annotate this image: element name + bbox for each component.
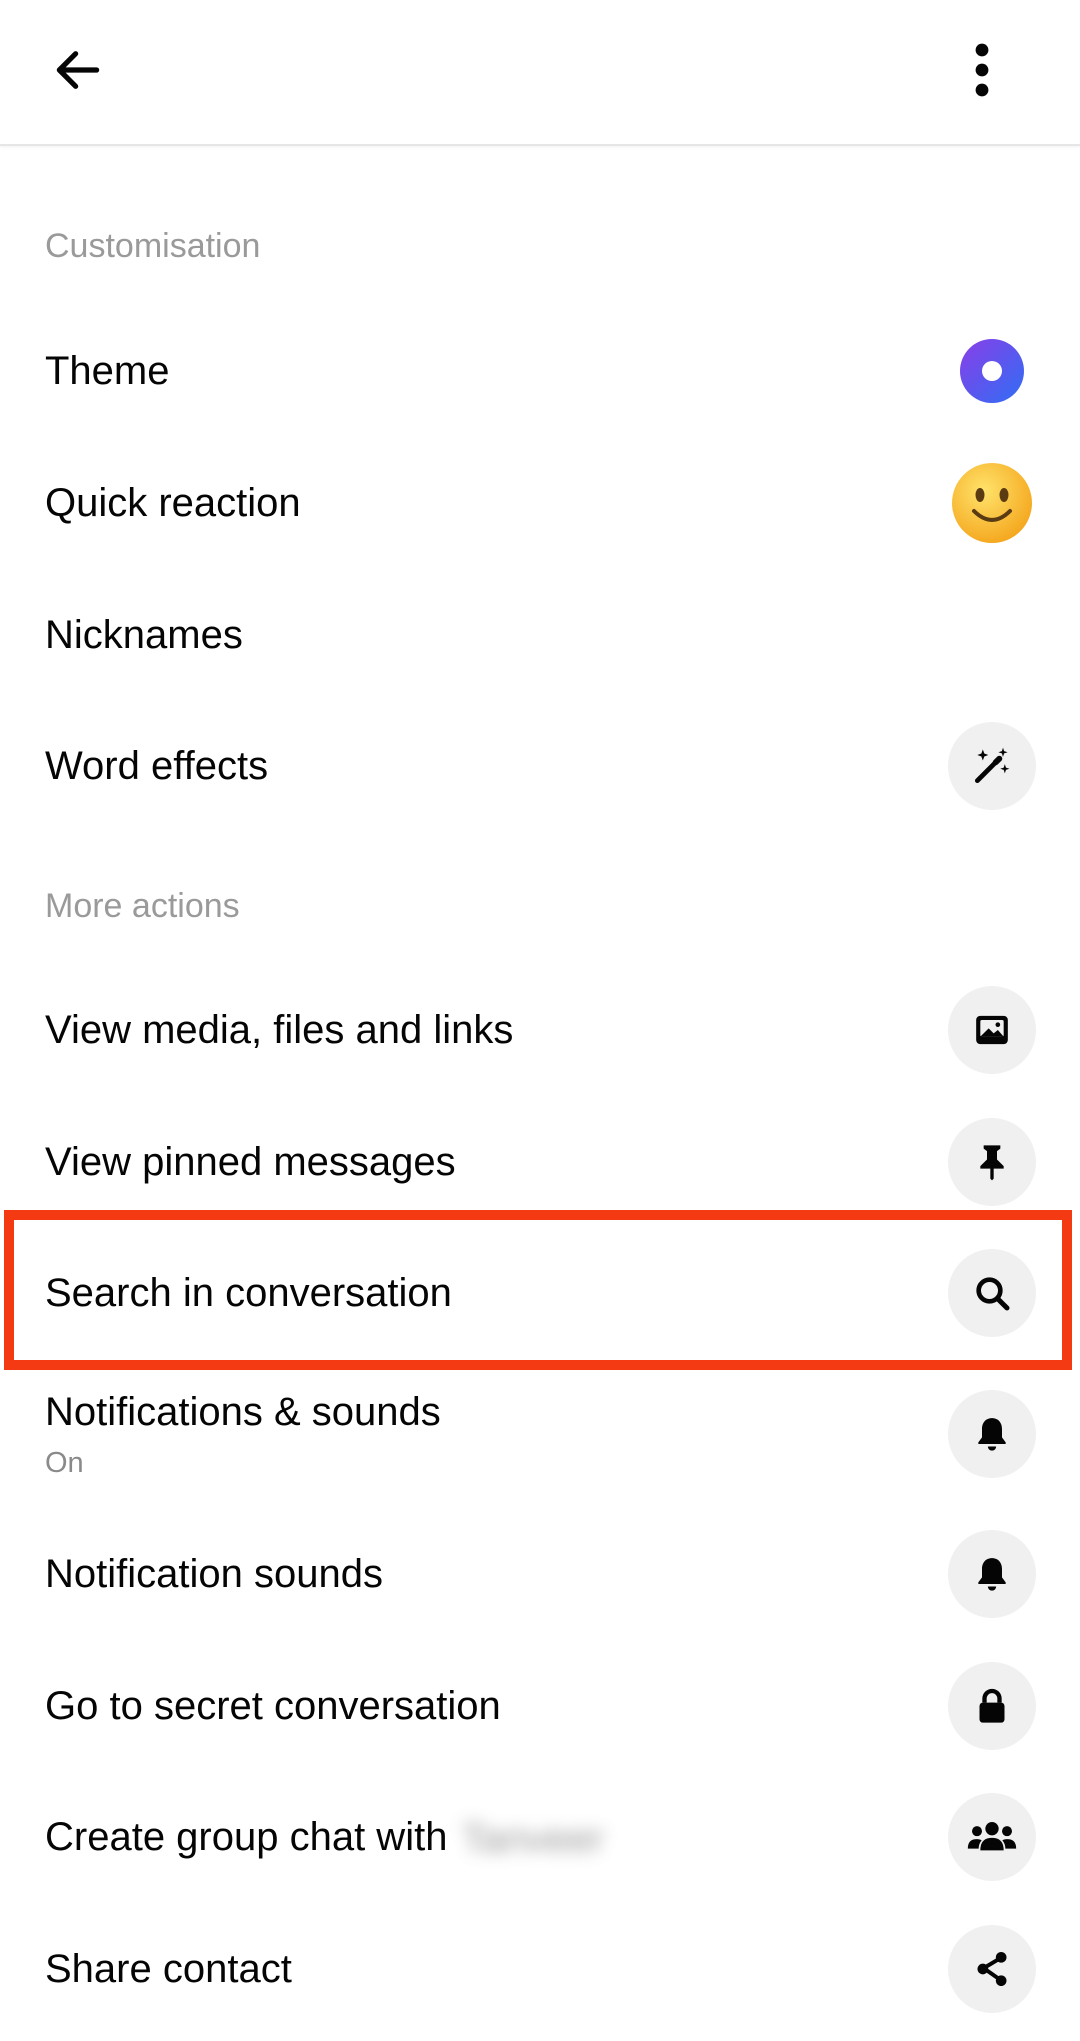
bell-icon [978, 1418, 1006, 1451]
row-word-effects[interactable]: Word effects [0, 700, 1080, 832]
pinned-icon-wrap [948, 1118, 1036, 1206]
section-header-more-actions: More actions [45, 887, 240, 925]
row-label-share-contact: Share contact [45, 1947, 292, 1991]
row-label-group-chat: Create group chat with Tanveer [45, 1813, 604, 1863]
section-header-customisation: Customisation [45, 227, 261, 265]
magic-wand-sparkles-icon [974, 747, 1010, 784]
blurred-contact-name: Tanveer [461, 1817, 604, 1862]
group-chat-label-text: Create group chat with [45, 1815, 448, 1859]
share-icon [977, 1952, 1007, 1986]
row-label-notifications: Notifications & sounds [45, 1390, 441, 1434]
row-label-secret: Go to secret conversation [45, 1684, 501, 1728]
row-search-in-conversation[interactable]: Search in conversation [0, 1227, 1080, 1359]
row-label-view-media: View media, files and links [45, 1008, 514, 1052]
row-nicknames[interactable]: Nicknames [0, 569, 1080, 701]
arrow-left-icon [56, 51, 100, 89]
bell-icon [978, 1558, 1006, 1591]
notifications-icon-wrap [948, 1390, 1036, 1478]
more-options-button[interactable] [944, 32, 1020, 108]
theme-circle-icon [960, 339, 1024, 403]
row-pinned-messages[interactable]: View pinned messages [0, 1096, 1080, 1228]
row-share-contact[interactable]: Share contact [0, 1903, 1080, 2035]
view-media-icon-wrap [948, 986, 1036, 1074]
row-view-media[interactable]: View media, files and links [0, 964, 1080, 1096]
row-label-theme: Theme [45, 349, 170, 393]
share-contact-icon-wrap [948, 1925, 1036, 2013]
row-create-group-chat[interactable]: Create group chat with Tanveer [0, 1771, 1080, 1903]
app-bar [0, 0, 1080, 146]
pin-icon [980, 1145, 1004, 1181]
group-chat-icon-wrap [948, 1793, 1036, 1881]
row-label-notification-sounds: Notification sounds [45, 1552, 383, 1596]
people-icon [967, 1822, 1017, 1851]
row-label-nicknames: Nicknames [45, 613, 243, 657]
row-theme[interactable]: Theme [0, 305, 1080, 437]
search-icon-wrap [948, 1249, 1036, 1337]
row-notifications-sounds[interactable]: Notifications & sounds On [0, 1368, 1080, 1512]
image-icon [976, 1015, 1008, 1045]
row-label-word-effects: Word effects [45, 744, 269, 788]
row-label-search: Search in conversation [45, 1271, 452, 1315]
vertical-dots-icon [975, 43, 989, 97]
notification-sounds-icon-wrap [948, 1530, 1036, 1618]
row-label-quick-reaction: Quick reaction [45, 481, 301, 525]
search-icon [976, 1277, 1010, 1311]
smiley-emoji-icon [952, 463, 1032, 543]
notifications-status: On [45, 1447, 84, 1479]
secret-icon-wrap [948, 1662, 1036, 1750]
back-button[interactable] [40, 32, 116, 108]
lock-icon [979, 1688, 1005, 1723]
word-effects-icon-wrap [948, 722, 1036, 810]
row-secret-conversation[interactable]: Go to secret conversation [0, 1640, 1080, 1772]
row-notification-sounds[interactable]: Notification sounds [0, 1508, 1080, 1640]
row-label-pinned-messages: View pinned messages [45, 1140, 456, 1184]
row-quick-reaction[interactable]: Quick reaction [0, 437, 1080, 569]
